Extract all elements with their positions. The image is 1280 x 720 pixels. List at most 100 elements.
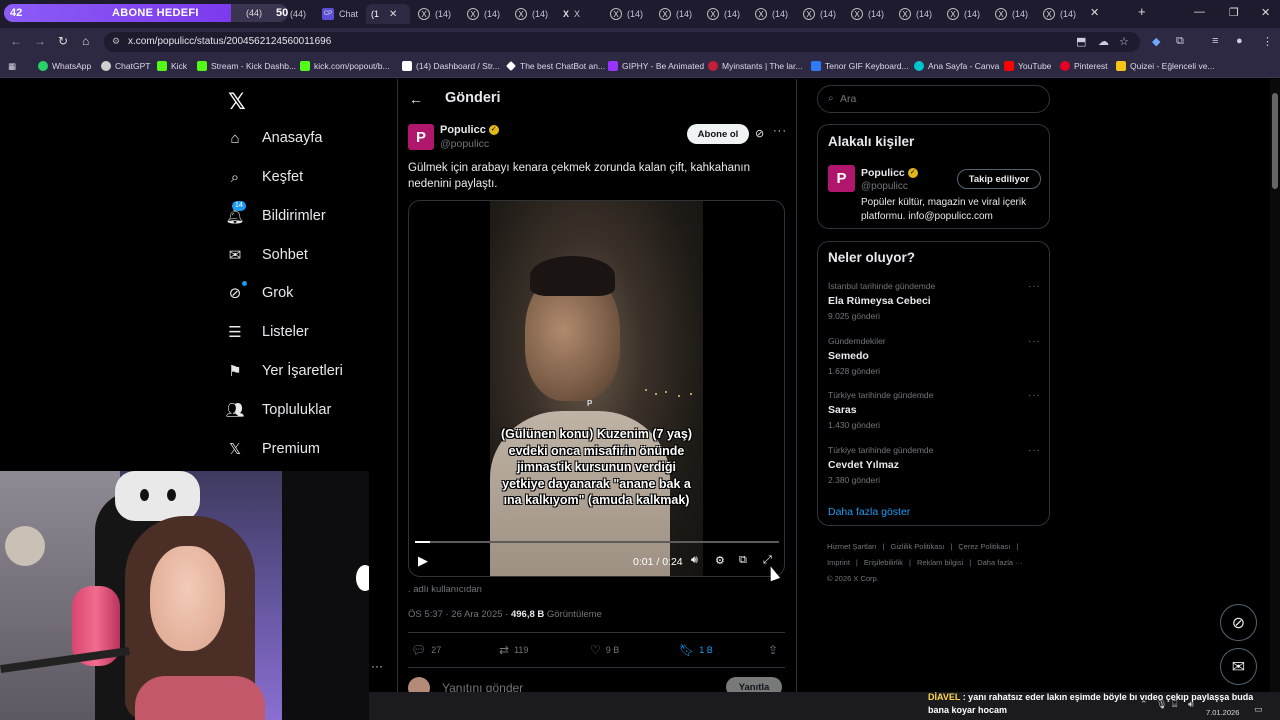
trend-item[interactable]: Türkiye tarihinde gündemde Cevdet Yılmaz… xyxy=(828,445,1041,485)
related-name[interactable]: Populicc ✓ xyxy=(861,167,918,179)
browser-tab[interactable]: X (14) xyxy=(995,4,1028,24)
browser-tab[interactable]: X (14) xyxy=(1043,4,1076,24)
bookmark-item[interactable]: (14) Dashboard / Str... xyxy=(402,61,500,71)
browser-tab[interactable]: X (14) xyxy=(803,4,836,24)
close-tab-icon[interactable]: ✕ xyxy=(389,9,397,20)
url-field[interactable]: ⚙ x.com/populicc/status/2004562124560011… xyxy=(104,32,1140,52)
reload-icon[interactable]: ↻ xyxy=(58,34,68,48)
bookmark-item[interactable]: Quizei - Eğlenceli ve... xyxy=(1116,61,1215,71)
repost-button[interactable]: ⇄ 119 xyxy=(499,643,528,657)
bookmark-item[interactable]: YouTube xyxy=(1004,61,1051,71)
browser-tab[interactable]: X (14) xyxy=(659,4,692,24)
browser-tab[interactable]: X (14) xyxy=(467,4,500,24)
extension-icon[interactable]: ◆ xyxy=(1152,35,1160,48)
messages-fab-button[interactable]: ✉ xyxy=(1220,648,1257,685)
browser-tab-active[interactable]: (1 ✕ xyxy=(366,4,410,24)
bookmark-item[interactable]: ChatGPT xyxy=(101,61,150,71)
video-progress-bar[interactable] xyxy=(415,541,779,543)
browser-tab[interactable]: X (14) xyxy=(899,4,932,24)
browser-tab[interactable]: X (14) xyxy=(707,4,740,24)
footer-link[interactable]: Gizlilik Politikası xyxy=(891,542,945,551)
like-button[interactable]: ♡ 9 B xyxy=(590,643,619,657)
more-options-icon[interactable]: ··· xyxy=(1028,390,1041,401)
menu-icon[interactable]: ⋮ xyxy=(1262,35,1273,48)
apps-icon[interactable]: ▦ xyxy=(8,61,16,72)
restore-icon[interactable]: ❐ xyxy=(1229,6,1239,19)
network-icon[interactable]: ⌸ xyxy=(1172,699,1177,710)
nav-item-notifications[interactable]: 🔔︎ 14 Bildirimler xyxy=(225,201,326,231)
forward-icon[interactable]: → xyxy=(34,34,46,48)
browser-tab[interactable]: CP Chat xyxy=(322,4,358,24)
more-options-icon[interactable]: ··· xyxy=(1028,445,1041,456)
bookmark-item[interactable]: Pinterest xyxy=(1060,61,1108,71)
bookmark-item[interactable]: kick.com/popout/b... xyxy=(300,61,390,71)
nav-item-explore[interactable]: ⌕ Keşfet xyxy=(226,162,303,192)
trend-item[interactable]: Gündemdekiler Semedo 1.628 gönderi ··· xyxy=(828,336,1041,376)
nav-item-premium[interactable]: 𝕏 Premium xyxy=(226,434,320,464)
nav-item-grok[interactable]: ⊘ Grok xyxy=(226,278,293,308)
more-options-icon[interactable]: ··· xyxy=(773,125,787,137)
x-logo-icon[interactable]: 𝕏 xyxy=(228,89,246,115)
video-frame[interactable] xyxy=(490,201,703,576)
notifications-icon[interactable]: ▭ xyxy=(1254,704,1263,715)
scrollbar-thumb[interactable] xyxy=(1272,93,1278,189)
home-icon[interactable]: ⌂ xyxy=(82,34,89,48)
bookmark-item[interactable]: WhatsApp xyxy=(38,61,91,71)
footer-link[interactable]: Hizmet Şartları xyxy=(827,542,877,551)
nav-item-chat[interactable]: ✉ Sohbet xyxy=(226,240,308,270)
nav-item-communities[interactable]: 👥︎ Topluluklar xyxy=(225,395,331,425)
browser-tab[interactable]: X (14) xyxy=(418,4,451,24)
profile-icon[interactable]: ● xyxy=(1236,35,1243,47)
footer-link[interactable]: Reklam bilgisi xyxy=(917,558,963,567)
bookmark-item[interactable]: GIPHY - Be Animated xyxy=(608,61,704,71)
minimize-icon[interactable]: — xyxy=(1194,6,1205,18)
back-arrow-icon[interactable]: ← xyxy=(409,91,423,107)
more-options-icon[interactable]: ··· xyxy=(1028,336,1041,347)
close-window-icon[interactable]: ✕ xyxy=(1261,6,1270,19)
browser-tab[interactable]: (44) xyxy=(290,4,306,24)
puzzle-icon[interactable]: ⧉ xyxy=(1176,35,1184,48)
install-icon[interactable]: ⬒ xyxy=(1076,35,1086,48)
bookmark-item[interactable]: Ana Sayfa - Canva xyxy=(914,61,999,71)
footer-link[interactable]: Imprint xyxy=(827,558,850,567)
site-info-icon[interactable]: ⚙ xyxy=(112,36,120,47)
show-more-link[interactable]: Daha fazla göster xyxy=(828,506,910,518)
bookmark-button[interactable]: 🔖︎ 1 B xyxy=(679,643,713,657)
browser-tab[interactable]: X (14) xyxy=(851,4,884,24)
author-name[interactable]: Populicc ✓ xyxy=(440,124,499,136)
bookmark-item[interactable]: Tenor GIF Keyboard... xyxy=(811,61,909,71)
bookmark-item[interactable]: Stream - Kick Dashb... xyxy=(197,61,296,71)
footer-link[interactable]: Çerez Politikası xyxy=(958,542,1010,551)
play-icon[interactable]: ▶ xyxy=(418,553,428,569)
reply-button[interactable]: 💬︎ 27 xyxy=(411,643,441,657)
pip-icon[interactable]: ⧉ xyxy=(739,554,747,567)
bookmark-item[interactable]: The best ChatBot an... xyxy=(506,61,605,71)
footer-link[interactable]: Daha fazla ··· xyxy=(977,558,1022,567)
share-button[interactable]: ⇪ xyxy=(768,643,783,657)
settings-icon[interactable]: ⚙ xyxy=(715,554,725,567)
volume-icon[interactable]: 🔊︎ xyxy=(691,554,698,567)
search-input[interactable]: ⌕ Ara xyxy=(817,85,1050,113)
browser-tab[interactable]: X (14) xyxy=(515,4,548,24)
grok-fab-button[interactable]: ⊘ xyxy=(1220,604,1257,641)
tray-chevron-icon[interactable]: ⌃ xyxy=(1140,699,1148,710)
follow-button[interactable]: Abone ol xyxy=(687,124,749,144)
related-handle[interactable]: @populicc xyxy=(861,181,908,192)
scrollbar[interactable] xyxy=(1270,79,1280,720)
mic-icon[interactable]: 🎙︎ xyxy=(1156,699,1167,710)
media-icon[interactable]: ≡ xyxy=(1212,35,1218,47)
fullscreen-icon[interactable]: ⤢ xyxy=(763,554,772,567)
author-avatar[interactable]: P xyxy=(408,124,434,150)
new-tab-icon[interactable]: + xyxy=(1138,4,1146,19)
bookmark-item[interactable]: Myinstants | The lar... xyxy=(708,61,802,71)
more-options-icon[interactable]: ··· xyxy=(1028,281,1041,292)
nav-item-home[interactable]: ⌂ Anasayfa xyxy=(226,123,322,153)
volume-icon[interactable]: 🔊︎ xyxy=(1188,699,1194,710)
nav-item-lists[interactable]: ☰ Listeler xyxy=(226,317,308,347)
related-avatar[interactable]: P xyxy=(828,165,855,192)
following-button[interactable]: Takip ediliyor xyxy=(957,169,1041,189)
browser-tab[interactable]: XX xyxy=(563,4,580,24)
back-icon[interactable]: ← xyxy=(10,34,22,48)
star-icon[interactable]: ☆ xyxy=(1119,35,1129,48)
browser-tab[interactable]: X (14) xyxy=(610,4,643,24)
